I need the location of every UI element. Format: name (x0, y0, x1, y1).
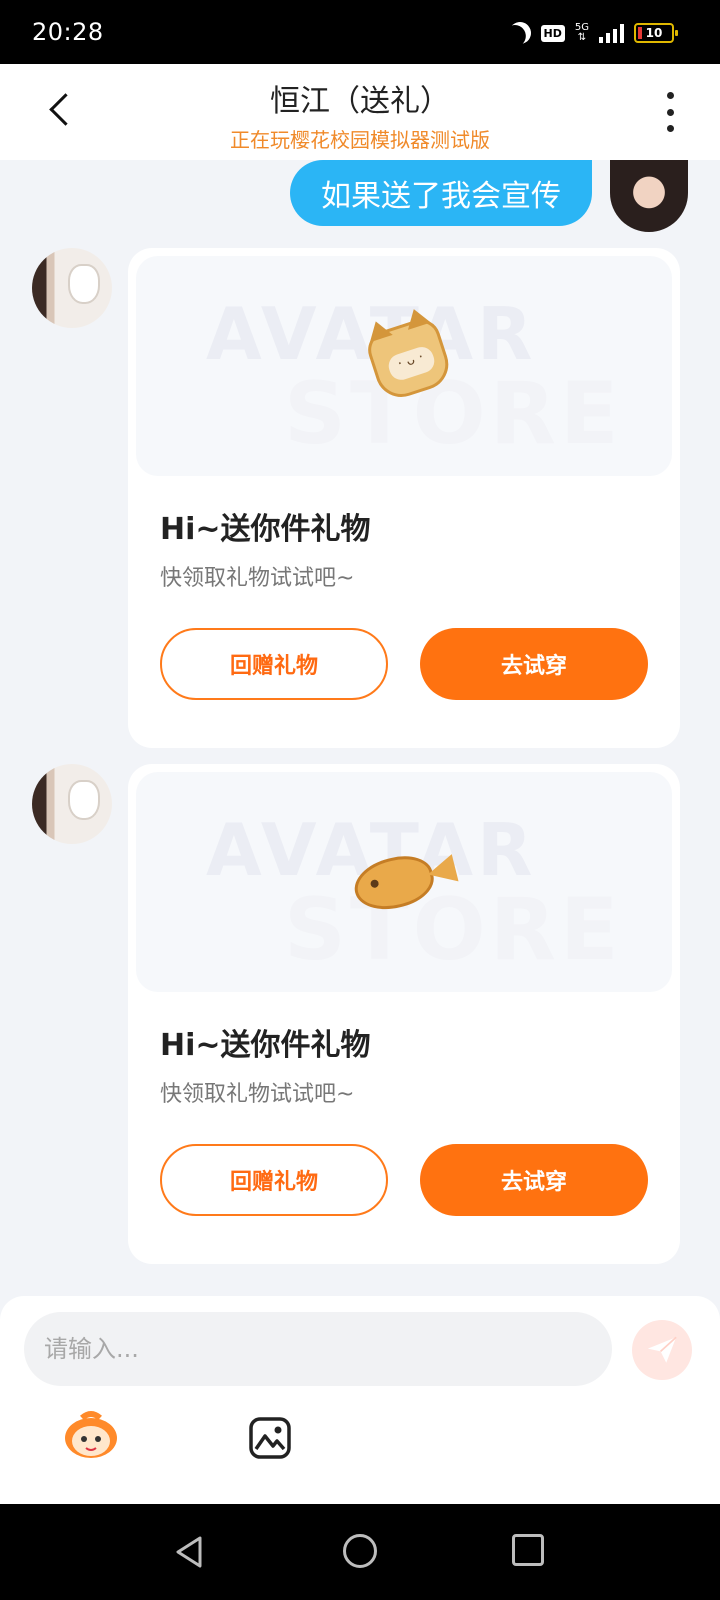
peer-avatar[interactable] (32, 764, 112, 844)
signal-strength-icon (599, 23, 624, 43)
image-icon (249, 1417, 291, 1459)
emoji-mascot-button[interactable] (60, 1408, 122, 1462)
chat-title: 恒江（送礼） (270, 84, 450, 119)
more-dot (666, 92, 674, 99)
data-arrows-icon: ⇅ (577, 32, 587, 43)
hd-icon: HD (540, 24, 565, 42)
my-message-bubble[interactable]: 如果送了我会宣传 (290, 160, 592, 226)
watermark-text: STORE (284, 364, 623, 464)
gift-title: Hi~送你件礼物 (160, 512, 371, 547)
more-options-button[interactable] (662, 92, 678, 132)
title-block: 恒江（送礼） 正在玩樱花校园模拟器测试版 (0, 76, 720, 153)
battery-icon: 10 (634, 23, 678, 43)
more-dot (666, 108, 674, 116)
gift-description: 快领取礼物试试吧~ (160, 566, 355, 591)
nav-back-icon[interactable] (172, 1534, 208, 1570)
peer-avatar[interactable] (32, 248, 112, 328)
status-icons: HD 5G ⇅ 10 (509, 18, 678, 48)
send-icon (647, 1336, 677, 1363)
gift-card[interactable]: AVATAR STORE Hi~送你件礼物 快领取礼物试试吧~ 回赠礼物 去试穿 (128, 764, 680, 1264)
gift-preview: AVATAR STORE (136, 772, 672, 992)
watermark-text: STORE (284, 880, 623, 980)
image-picker-button[interactable] (248, 1416, 292, 1460)
input-bar (0, 1296, 720, 1504)
mascot-icon (65, 1411, 117, 1458)
send-button[interactable] (632, 1320, 692, 1380)
nav-home-icon[interactable] (343, 1534, 377, 1568)
chat-area[interactable]: 如果送了我会宣传 AVATAR STORE Hi~送你件礼物 快领取礼物试试吧~… (0, 160, 720, 1296)
chat-header: 恒江（送礼） 正在玩樱花校园模拟器测试版 (0, 64, 720, 160)
status-bar: 20:28 HD 5G ⇅ 10 (0, 0, 720, 64)
try-on-button[interactable]: 去试穿 (420, 1144, 648, 1216)
gift-description: 快领取礼物试试吧~ (160, 1082, 355, 1107)
more-dot (666, 125, 674, 132)
battery-level: 10 (645, 26, 663, 40)
nav-recents-icon[interactable] (512, 1534, 544, 1566)
gift-title: Hi~送你件礼物 (160, 1028, 371, 1063)
gift-card[interactable]: AVATAR STORE Hi~送你件礼物 快领取礼物试试吧~ 回赠礼物 去试穿 (128, 248, 680, 748)
return-gift-button[interactable]: 回赠礼物 (160, 628, 388, 700)
return-gift-button[interactable]: 回赠礼物 (160, 1144, 388, 1216)
status-time: 20:28 (32, 18, 104, 46)
gift-preview: AVATAR STORE (136, 256, 672, 476)
do-not-disturb-icon (505, 18, 535, 48)
network-type-icon: 5G ⇅ (575, 23, 589, 43)
try-on-button[interactable]: 去试穿 (420, 628, 648, 700)
my-avatar[interactable] (610, 160, 688, 232)
message-input[interactable] (24, 1312, 612, 1386)
chat-subtitle: 正在玩樱花校园模拟器测试版 (230, 128, 490, 152)
system-nav-bar (0, 1504, 720, 1600)
